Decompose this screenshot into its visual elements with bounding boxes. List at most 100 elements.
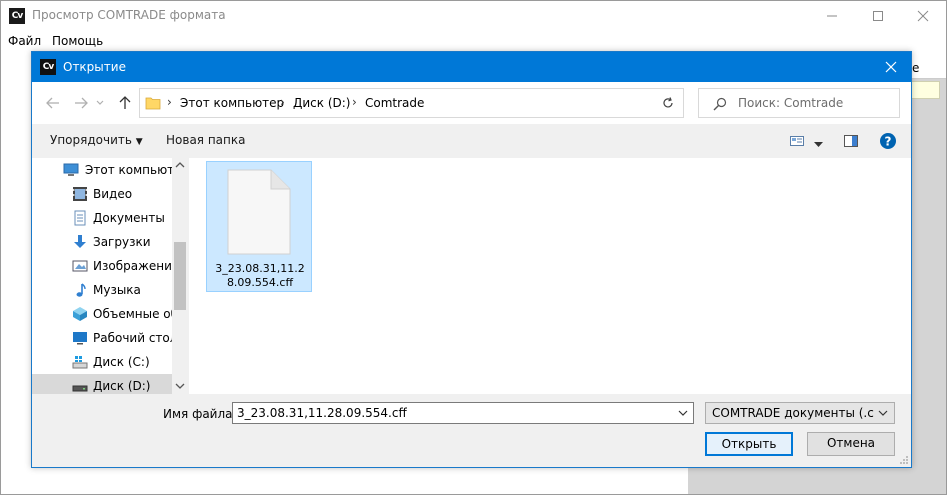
file-name-dropdown-button[interactable] [673,403,693,423]
svg-text:?: ? [885,135,892,149]
main-close-button[interactable] [900,1,946,31]
preview-pane-icon [844,135,858,147]
nav-item-label: Диск (D:) [93,379,151,393]
file-type-value: COMTRADE документы (.cff,cf [712,406,874,420]
close-icon [917,10,929,22]
view-icon [790,136,804,146]
main-titlebar: Cv Просмотр COMTRADE формата [1,1,946,31]
nav-item-documents[interactable]: Документы [32,206,172,230]
search-placeholder: Поиск: Comtrade [738,96,844,110]
main-menubar: Файл Помощь [1,31,946,52]
nav-item-downloads[interactable]: Загрузки [32,230,172,254]
3d-objects-icon [73,307,87,321]
music-icon [76,283,86,297]
help-button[interactable]: ? [879,132,897,150]
dialog-bottom-panel: Имя файла: 3_23.08.31,11.28.09.554.cff C… [32,394,911,467]
breadcrumb-this-pc[interactable]: Этот компьютер [180,96,284,110]
nav-item-label: Музыка [93,283,141,297]
new-folder-button[interactable]: Новая папка [166,133,245,147]
pictures-icon [72,260,88,272]
open-file-dialog: Cv Открытие › Этот компьютер › Диск (D:)… [31,51,912,468]
documents-icon [74,210,86,226]
caret-down-icon [814,142,823,147]
arrow-left-icon [46,97,59,109]
organize-label: Упорядочить [50,133,132,147]
downloads-icon [74,235,86,248]
navigation-bar: › Этот компьютер › Диск (D:) › Comtrade … [32,82,911,124]
dialog-title: Открытие [63,60,126,74]
address-bar[interactable]: › Этот компьютер › Диск (D:) › Comtrade [139,88,683,118]
view-options-button[interactable] [814,137,824,147]
arrow-right-icon [75,97,88,109]
nav-item-this-pc[interactable]: Этот компьютер [32,158,172,182]
nav-item-label: Диск (C:) [93,355,150,369]
breadcrumb-disk-d[interactable]: Диск (D:) [293,96,350,110]
file-icon [227,169,291,255]
minimize-icon [827,15,837,17]
cancel-button[interactable]: Отмена [807,432,895,456]
app-logo-icon: Cv [9,8,25,24]
nav-item-label: Этот компьютер [85,163,172,177]
nav-item-3d-objects[interactable]: Объемные объекты [32,302,172,326]
nav-item-desktop[interactable]: Рабочий стол [32,326,172,350]
dialog-titlebar: Cv Открытие [32,52,911,82]
help-icon: ? [880,133,896,149]
main-window-title: Просмотр COMTRADE формата [32,8,226,22]
nav-item-label: Объемные объекты [93,307,172,321]
search-input[interactable]: Поиск: Comtrade [698,88,900,118]
arrow-up-icon [119,96,131,109]
close-icon [885,61,897,73]
nav-item-music[interactable]: Музыка [32,278,172,302]
chevron-down-icon [96,100,104,105]
up-button[interactable] [115,95,135,111]
file-name-value: 3_23.08.31,11.28.09.554.cff [237,406,407,420]
scroll-down-arrow-icon [175,383,185,389]
breadcrumb-comtrade[interactable]: Comtrade [365,96,424,110]
breadcrumb-separator: › [352,95,357,109]
file-name-label: Имя файла: [163,407,237,421]
recent-locations-button[interactable] [95,95,105,111]
drive-c-icon [72,356,88,369]
navigation-pane: Этот компьютер Видео Документы Загрузки … [32,158,188,398]
nav-item-disk-c[interactable]: Диск (C:) [32,350,172,374]
nav-item-pictures[interactable]: Изображения [32,254,172,278]
forward-button[interactable] [71,95,91,111]
open-button[interactable]: Открыть [705,432,793,456]
maximize-button[interactable] [855,1,901,31]
dialog-app-icon: Cv [40,59,56,75]
file-name-label: 3_23.08.31,11.28.09.554.cff [215,262,305,289]
back-button[interactable] [43,95,63,111]
folder-icon [145,97,161,110]
chevron-down-icon [678,410,688,416]
menu-help[interactable]: Помощь [52,34,103,48]
nav-item-label: Видео [93,187,133,201]
refresh-button[interactable] [652,88,684,118]
file-type-select[interactable]: COMTRADE документы (.cff,cf [705,402,895,424]
refresh-icon [662,97,673,108]
background-table-header: е [906,61,946,79]
nav-item-label: Изображения [93,259,172,273]
nav-item-label: Рабочий стол [93,331,172,345]
nav-pane-scrollbar[interactable] [172,158,188,394]
resize-grip-icon[interactable] [899,455,909,465]
nav-item-label: Документы [93,211,165,225]
organize-button[interactable]: Упорядочить ▼ [50,133,143,147]
maximize-icon [873,11,883,21]
preview-pane-button[interactable] [843,134,861,148]
computer-icon [63,163,79,176]
video-icon [73,187,87,201]
drive-d-icon [72,385,88,392]
minimize-button[interactable] [809,1,855,31]
file-name-input[interactable]: 3_23.08.31,11.28.09.554.cff [232,402,694,424]
breadcrumb-separator: › [167,95,172,109]
caret-down-icon: ▼ [135,137,143,147]
nav-item-video[interactable]: Видео [32,182,172,206]
file-list-area: 3_23.08.31,11.28.09.554.cff [189,158,911,394]
breadcrumb-separator: › [280,95,285,109]
change-view-button[interactable] [789,134,805,148]
dialog-close-button[interactable] [871,52,911,82]
scrollbar-thumb[interactable] [174,242,186,310]
menu-file[interactable]: Файл [8,34,41,48]
nav-item-label: Загрузки [93,235,151,249]
file-item[interactable]: 3_23.08.31,11.28.09.554.cff [206,161,312,292]
